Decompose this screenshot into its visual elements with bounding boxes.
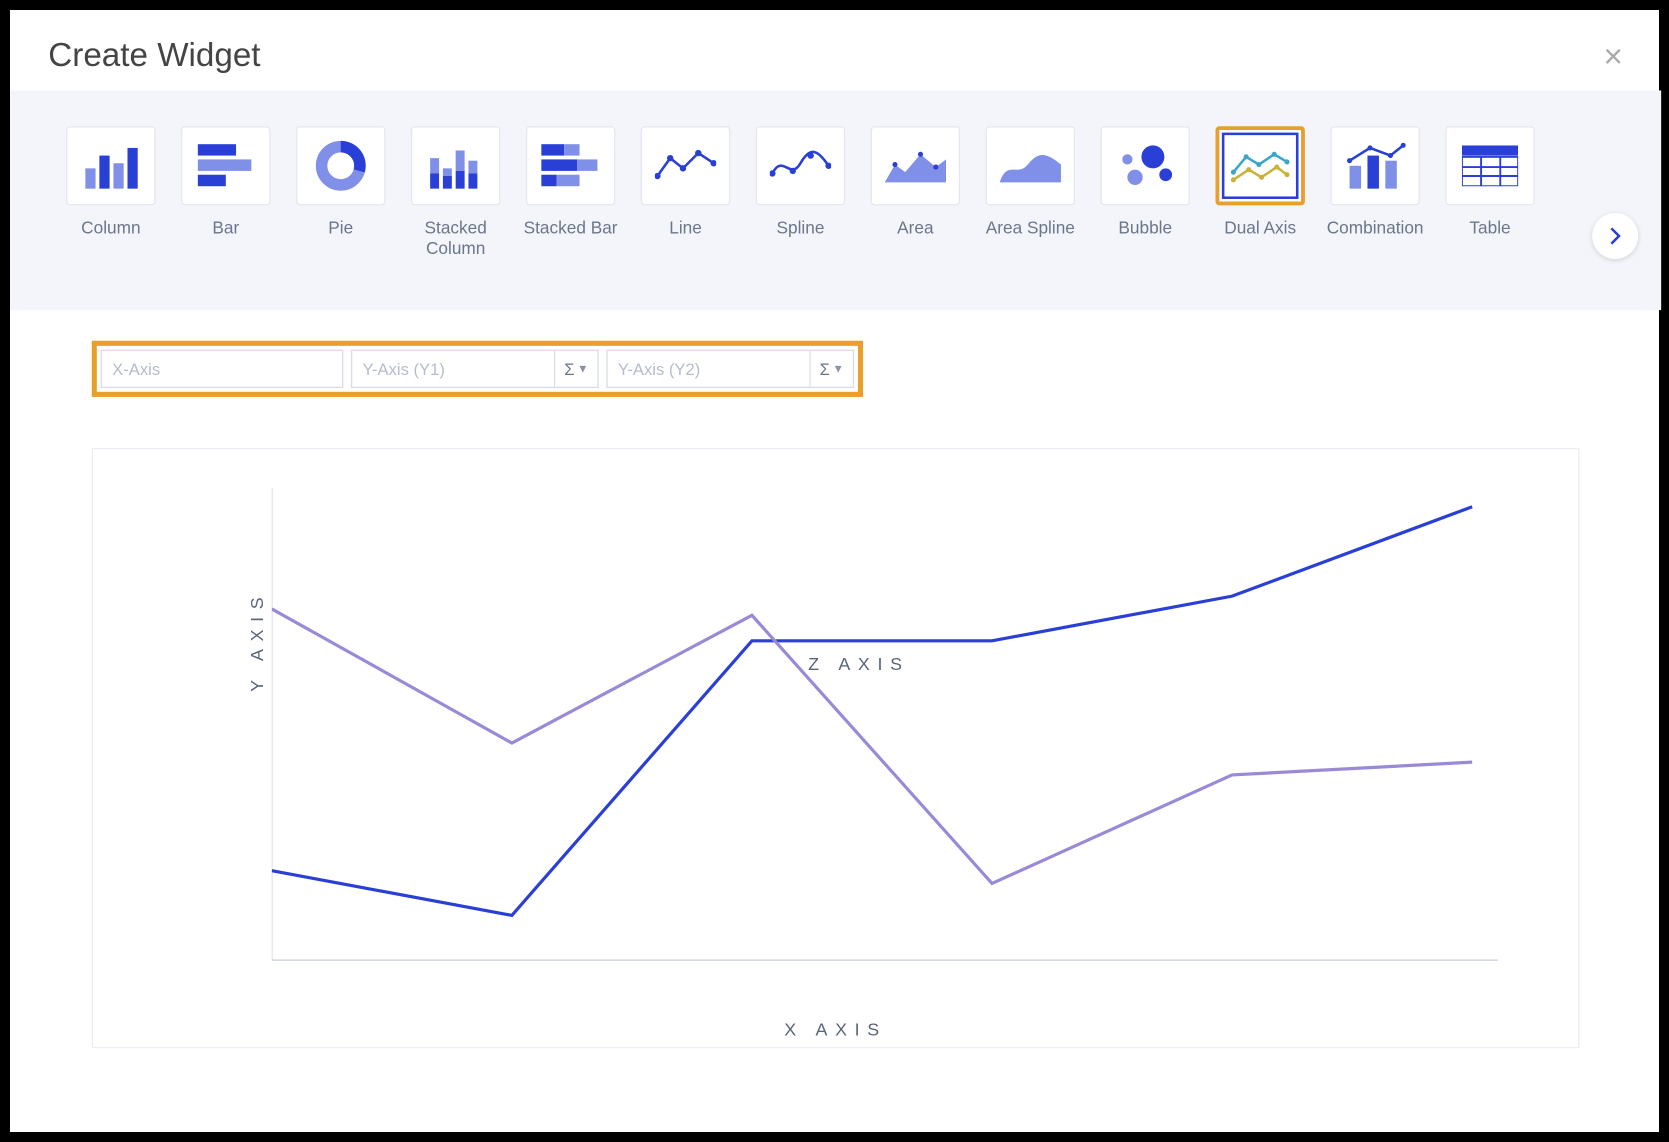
area-chart-icon bbox=[885, 147, 946, 185]
y1-aggregate-button[interactable]: Σ▼ bbox=[555, 350, 598, 388]
y1-axis-input[interactable] bbox=[351, 350, 555, 388]
chart-type-area-spline[interactable]: Area Spline bbox=[981, 126, 1081, 239]
bar-chart-icon bbox=[198, 144, 254, 187]
chart-type-label: Bar bbox=[212, 218, 239, 239]
chart-type-label: Area Spline bbox=[986, 218, 1075, 239]
chart-type-spline[interactable]: Spline bbox=[751, 126, 851, 239]
chart-type-label: Bubble bbox=[1118, 218, 1172, 239]
spline-chart-icon bbox=[770, 145, 831, 186]
chart-type-line[interactable]: Line bbox=[636, 126, 736, 239]
chart-type-stacked-bar[interactable]: Stacked Bar bbox=[521, 126, 621, 239]
chart-type-table[interactable]: Table bbox=[1440, 126, 1540, 239]
sigma-icon: Σ bbox=[564, 360, 574, 379]
stacked-column-chart-icon bbox=[428, 143, 484, 189]
stacked-bar-chart-icon bbox=[541, 144, 600, 187]
y2-aggregate-button[interactable]: Σ▼ bbox=[811, 350, 854, 388]
chart-type-label: Stacked Column bbox=[406, 218, 506, 259]
chart-type-combination[interactable]: Combination bbox=[1325, 126, 1425, 239]
caret-down-icon: ▼ bbox=[832, 363, 843, 376]
chart-type-label: Pie bbox=[328, 218, 353, 239]
x-axis-label: X AXIS bbox=[93, 1019, 1578, 1039]
scroll-right-button[interactable] bbox=[1592, 213, 1638, 259]
column-chart-icon bbox=[83, 143, 139, 189]
combination-chart-icon bbox=[1344, 143, 1405, 189]
chart-type-label: Area bbox=[897, 218, 933, 239]
chart-type-stacked-column[interactable]: Stacked Column bbox=[406, 126, 506, 259]
chart-type-bubble[interactable]: Bubble bbox=[1095, 126, 1195, 239]
dialog-title: Create Widget bbox=[48, 36, 260, 76]
dual-axis-chart-icon bbox=[1231, 147, 1290, 185]
close-icon[interactable]: × bbox=[1603, 39, 1622, 72]
chart-type-label: Table bbox=[1469, 218, 1510, 239]
chart-type-label: Stacked Bar bbox=[524, 218, 618, 239]
chevron-right-icon bbox=[1606, 227, 1624, 245]
y2-axis-input[interactable] bbox=[606, 350, 810, 388]
chart-type-label: Column bbox=[81, 218, 140, 239]
axis-config-row: Σ▼ Σ▼ bbox=[92, 341, 863, 397]
area-spline-chart-icon bbox=[1000, 147, 1061, 185]
caret-down-icon: ▼ bbox=[577, 363, 588, 376]
chart-type-area[interactable]: Area bbox=[866, 126, 966, 239]
sigma-icon: Σ bbox=[820, 360, 830, 379]
chart-type-gallery: Column Bar Pie bbox=[10, 90, 1661, 310]
chart-preview: Y AXIS Z AXIS X AXIS bbox=[92, 448, 1580, 1048]
chart-type-column[interactable]: Column bbox=[61, 126, 161, 239]
bubble-chart-icon bbox=[1115, 144, 1176, 187]
line-chart-icon bbox=[655, 145, 716, 186]
table-icon bbox=[1462, 145, 1518, 186]
chart-type-bar[interactable]: Bar bbox=[176, 126, 276, 239]
pie-chart-icon bbox=[315, 140, 366, 191]
chart-type-dual-axis[interactable]: Dual Axis bbox=[1210, 126, 1310, 239]
x-axis-input[interactable] bbox=[101, 350, 344, 388]
chart-type-label: Spline bbox=[776, 218, 824, 239]
chart-type-pie[interactable]: Pie bbox=[291, 126, 391, 239]
y-axis-label: Y AXIS bbox=[246, 590, 266, 692]
chart-type-label: Line bbox=[669, 218, 702, 239]
chart-type-label: Combination bbox=[1327, 218, 1424, 239]
chart-type-label: Dual Axis bbox=[1224, 218, 1296, 239]
